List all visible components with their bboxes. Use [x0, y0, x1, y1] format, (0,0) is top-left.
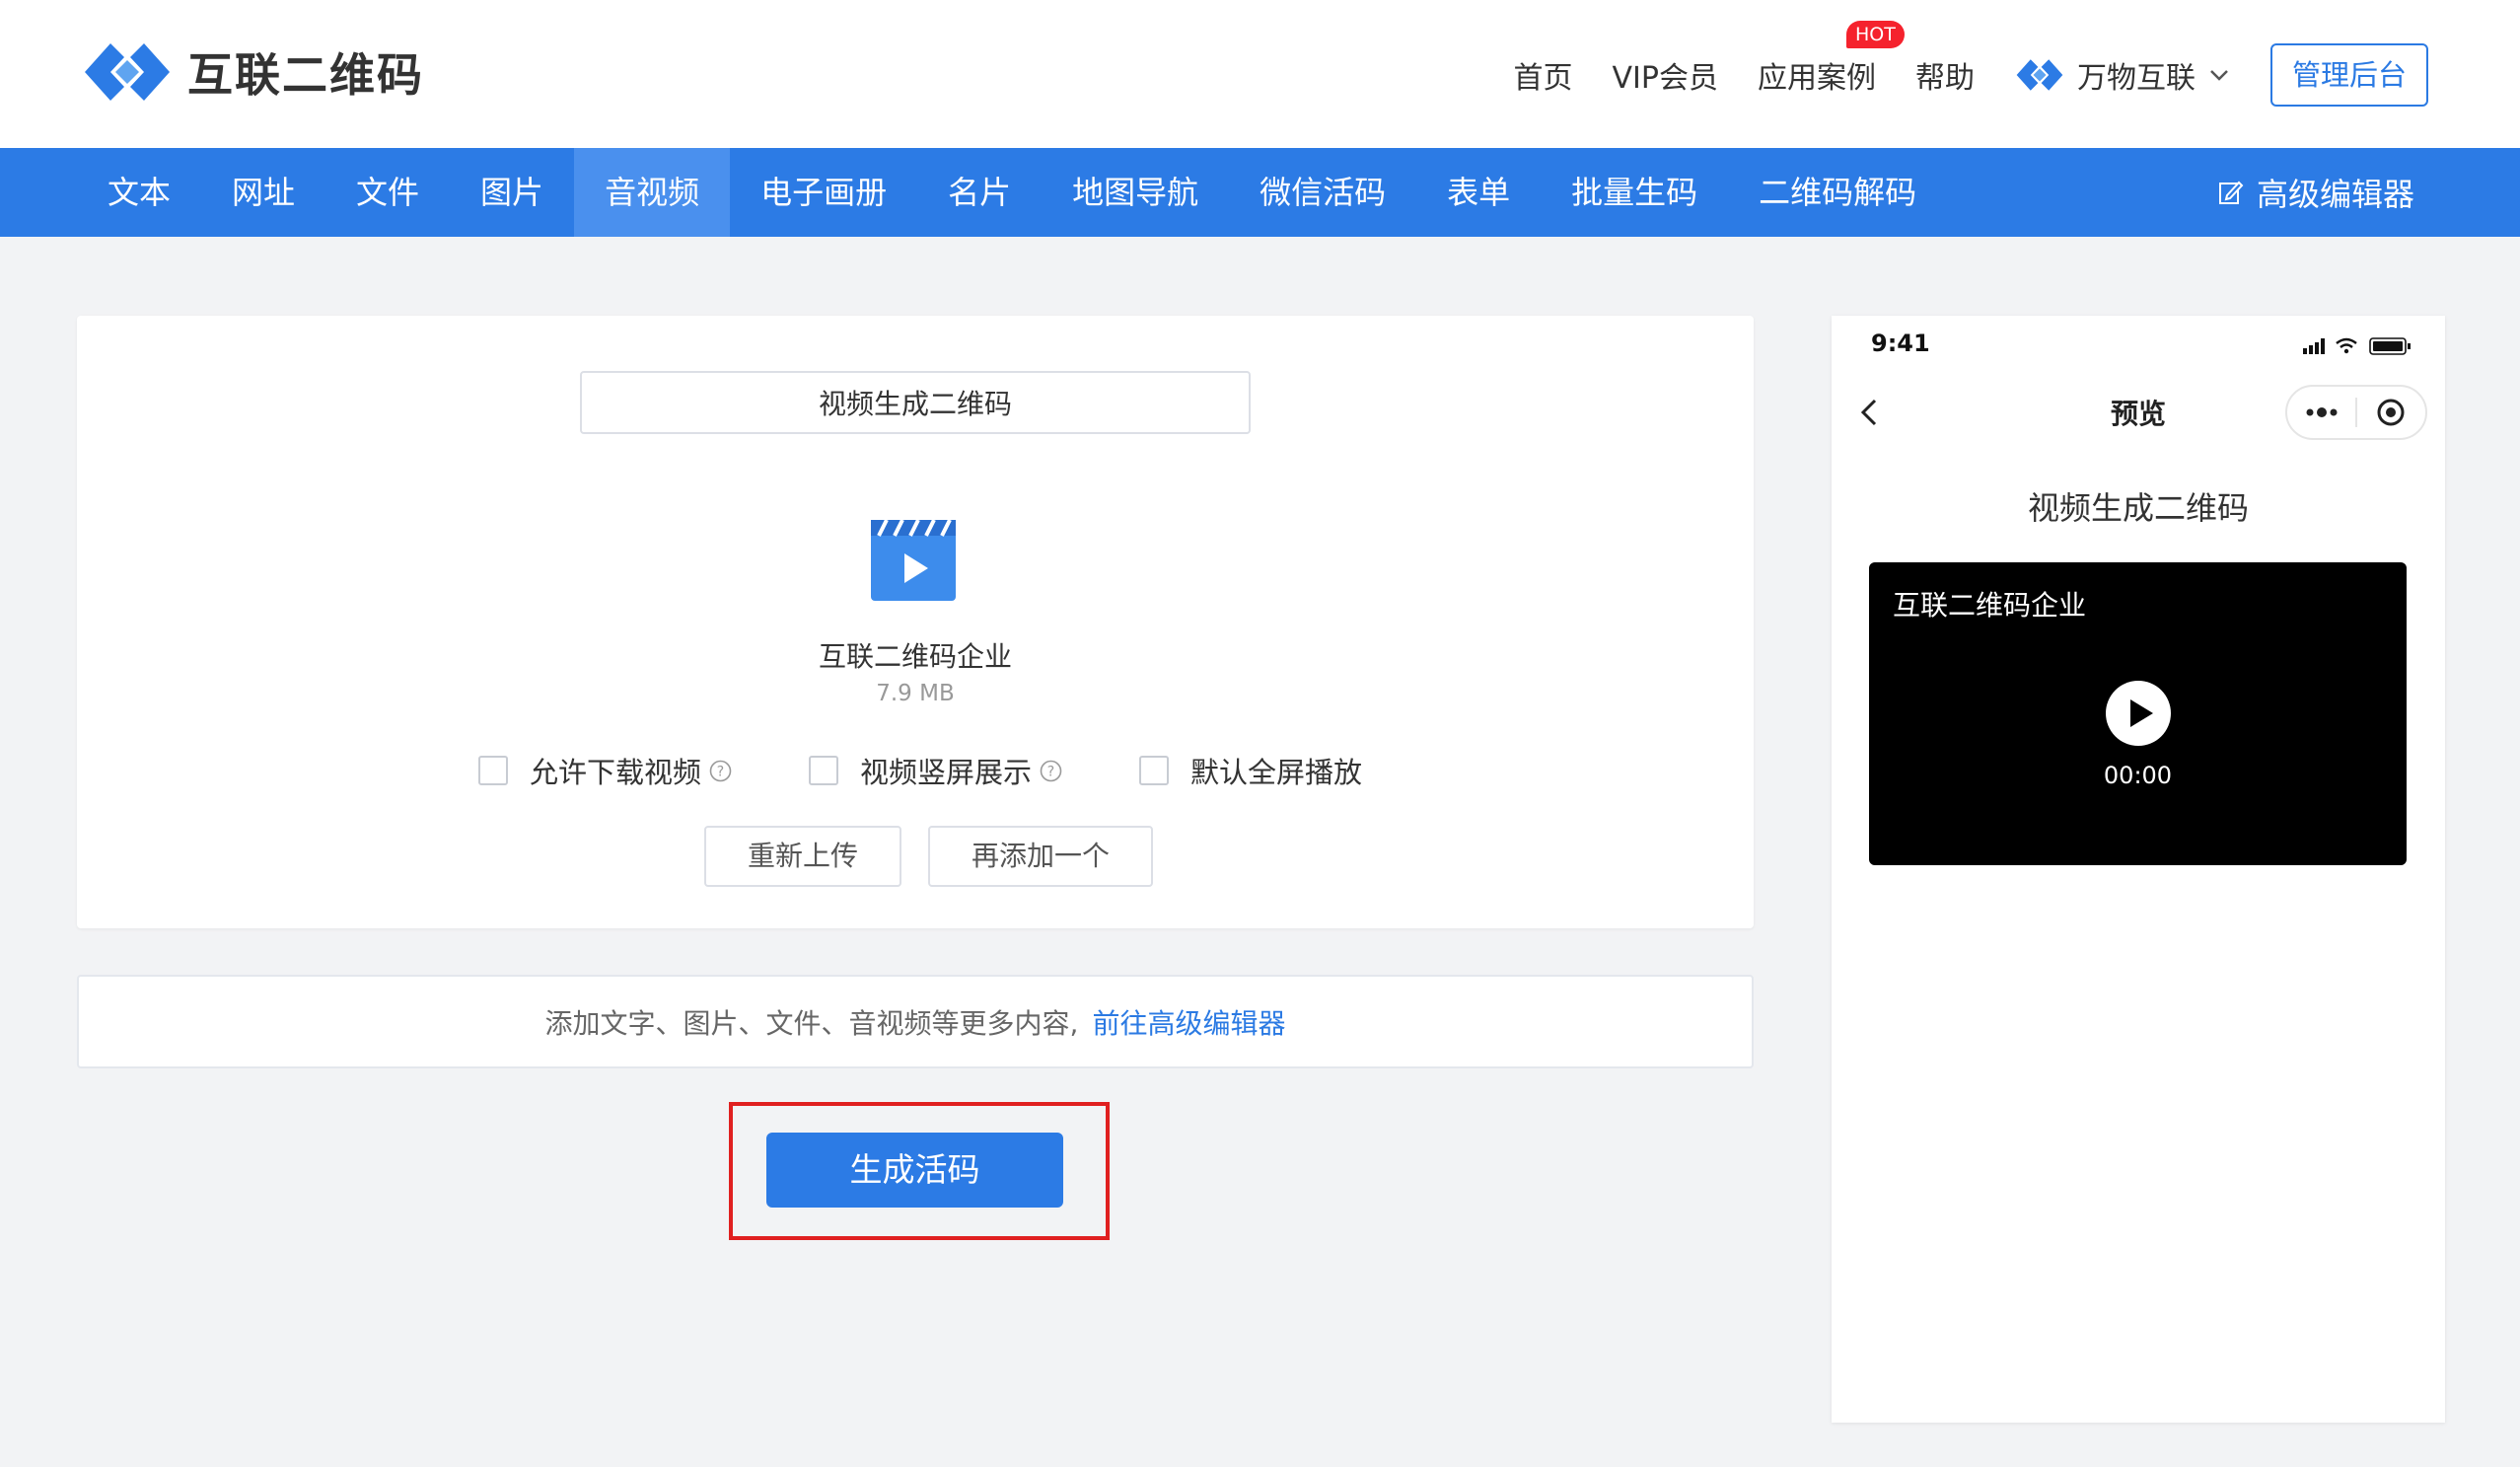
option-allow-download[interactable]: 允许下载视频 ?: [478, 750, 732, 791]
category-nav: 文本 网址 文件 图片 音视频 电子画册 名片 地图导航 微信活码 表单 批量生…: [0, 148, 2520, 237]
title-input[interactable]: [580, 371, 1251, 434]
video-file-icon: [871, 519, 956, 601]
status-time: 9:41: [1871, 330, 1930, 357]
fullscreen-checkbox[interactable]: [1139, 756, 1170, 785]
phone-preview: 9:41 预览 视频生成二维码 互联二维码企业 00:00: [1832, 316, 2445, 1423]
edit-icon: [2218, 181, 2244, 204]
file-name: 互联二维码企业: [818, 640, 1012, 673]
nav-home[interactable]: 首页: [1514, 53, 1573, 97]
svg-text:?: ?: [1047, 764, 1054, 779]
svg-text:?: ?: [717, 764, 724, 779]
tip-editor-link[interactable]: 前往高级编辑器: [1092, 1002, 1285, 1042]
video-options: 允许下载视频 ? 视频竖屏展示 ? 默认全屏播放: [478, 750, 1439, 791]
video-player[interactable]: 互联二维码企业 00:00: [1869, 562, 2407, 865]
close-target-icon[interactable]: [2357, 398, 2425, 427]
top-nav: 首页 VIP会员 应用案例 HOT 帮助 万物互联 管理后台: [1514, 21, 2428, 107]
logo-text: 互联二维码: [187, 48, 424, 102]
hot-badge: HOT: [1845, 21, 1905, 48]
top-header: 互联二维码 首页 VIP会员 应用案例 HOT 帮助 万物互联 管理后台: [0, 0, 2520, 148]
tab-audio-video[interactable]: 音视频: [574, 148, 731, 237]
video-time: 00:00: [2103, 762, 2173, 789]
logo-icon: [85, 43, 170, 101]
miniapp-capsule: [2285, 385, 2427, 440]
vertical-display-label: 视频竖屏展示: [860, 756, 1033, 789]
option-fullscreen[interactable]: 默认全屏播放: [1139, 750, 1362, 791]
logo[interactable]: 互联二维码: [81, 37, 424, 107]
tab-image[interactable]: 图片: [450, 148, 574, 237]
play-icon[interactable]: [2104, 679, 2173, 748]
chevron-down-icon: [2210, 70, 2228, 81]
tab-batch[interactable]: 批量生码: [1541, 148, 1728, 237]
allow-download-label: 允许下载视频: [530, 756, 702, 789]
tip-bar: 添加文字、图片、文件、音视频等更多内容, 前往高级编辑器: [77, 975, 1754, 1068]
nav-cases[interactable]: 应用案例 HOT: [1757, 21, 1905, 97]
wanwu-label: 万物互联: [2076, 61, 2196, 96]
help-icon[interactable]: ?: [1040, 760, 1062, 782]
file-actions: 重新上传 再添加一个: [704, 826, 1180, 887]
vertical-display-checkbox[interactable]: [809, 756, 839, 785]
nav-vip[interactable]: VIP会员: [1613, 53, 1718, 97]
add-another-button[interactable]: 再添加一个: [928, 826, 1154, 887]
advanced-editor-link[interactable]: 高级编辑器: [2217, 148, 2414, 237]
preview-heading: 视频生成二维码: [2027, 489, 2249, 527]
status-bar-icons: [2303, 337, 2411, 355]
tip-text: 添加文字、图片、文件、音视频等更多内容,: [544, 1006, 1079, 1040]
tab-file[interactable]: 文件: [325, 148, 450, 237]
tab-text[interactable]: 文本: [77, 148, 201, 237]
more-dots-icon: [2306, 407, 2338, 417]
option-vertical-display[interactable]: 视频竖屏展示 ?: [809, 750, 1062, 791]
fullscreen-label: 默认全屏播放: [1190, 756, 1363, 789]
tab-decode[interactable]: 二维码解码: [1728, 148, 1947, 237]
tab-form[interactable]: 表单: [1416, 148, 1541, 237]
tab-card[interactable]: 名片: [917, 148, 1042, 237]
tab-album[interactable]: 电子画册: [730, 148, 917, 237]
file-size: 7.9 MB: [876, 681, 955, 706]
more-icon[interactable]: [2287, 406, 2355, 418]
help-icon[interactable]: ?: [709, 760, 732, 782]
tab-map[interactable]: 地图导航: [1042, 148, 1229, 237]
generate-code-button[interactable]: 生成活码: [766, 1133, 1063, 1208]
tab-url[interactable]: 网址: [201, 148, 325, 237]
wanwu-logo-icon: [2016, 59, 2063, 91]
tab-wechat-code[interactable]: 微信活码: [1229, 148, 1416, 237]
reupload-button[interactable]: 重新上传: [704, 826, 902, 887]
advanced-editor-label: 高级编辑器: [2256, 176, 2414, 213]
nav-help[interactable]: 帮助: [1915, 53, 1975, 97]
wanwu-dropdown[interactable]: 万物互联: [2014, 53, 2231, 97]
video-title: 互联二维码企业: [1893, 589, 2087, 622]
admin-button[interactable]: 管理后台: [2269, 43, 2428, 107]
editor-card: 互联二维码企业 7.9 MB 允许下载视频 ? 视频竖屏展示 ? 默认全屏播放 …: [77, 316, 1754, 928]
target-icon: [2377, 399, 2405, 426]
nav-cases-label: 应用案例: [1757, 61, 1876, 96]
allow-download-checkbox[interactable]: [478, 756, 508, 785]
